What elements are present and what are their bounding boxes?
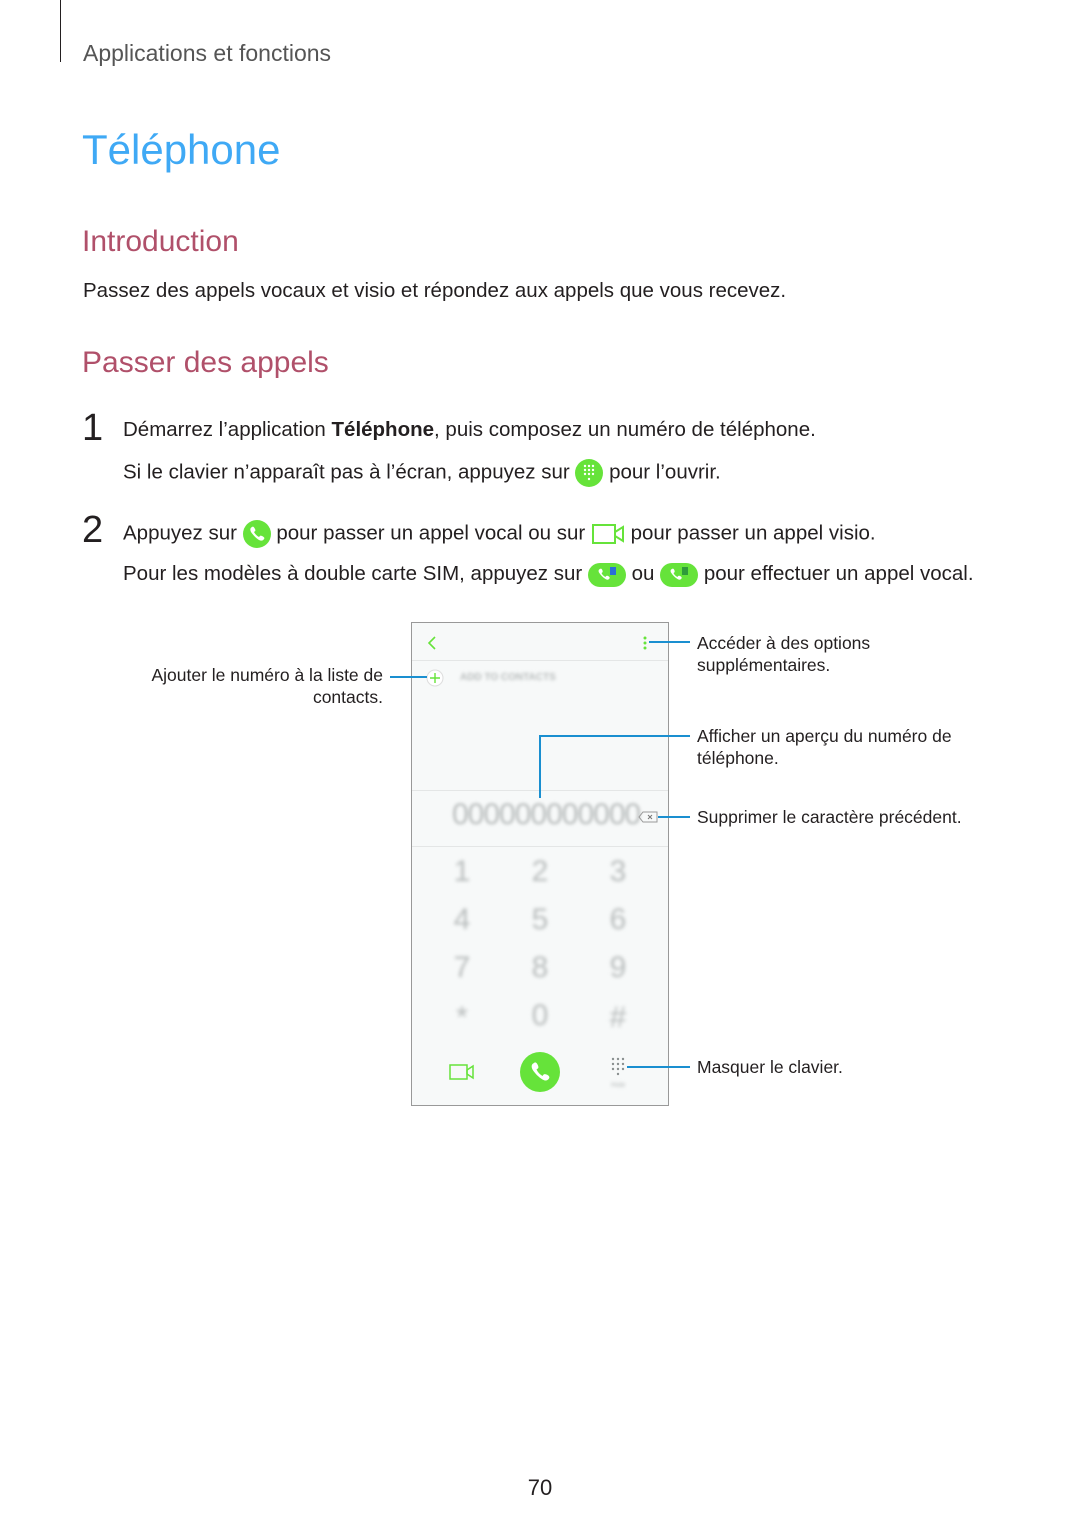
hide-label: Hide <box>611 1082 626 1089</box>
step2-line1: Appuyez sur pour passer un appel vocal o… <box>123 520 876 548</box>
more-options-icon <box>643 636 647 650</box>
sim1-call-icon <box>587 562 626 587</box>
text: Démarrez l’application <box>123 418 332 441</box>
callout-line <box>649 641 690 643</box>
callout-hide-keypad: Masquer le clavier. <box>697 1057 843 1077</box>
callout-line <box>539 735 541 798</box>
key: 6 <box>609 903 627 936</box>
calls-heading: Passer des appels <box>82 346 329 379</box>
add-to-contacts-label: ADD TO CONTACTS <box>460 672 556 683</box>
text: , puis composez un numéro de téléphone. <box>434 418 816 441</box>
key: 5 <box>531 903 549 936</box>
header-rule <box>60 0 61 62</box>
add-contact-icon <box>426 669 444 687</box>
text: Appuyez sur <box>123 521 243 545</box>
callout-preview: Afficher un aperçu du numéro de téléphon… <box>697 726 952 768</box>
text: Pour les modèles à double carte SIM, app… <box>123 562 588 585</box>
key: 9 <box>609 951 627 984</box>
callout-line <box>627 1066 690 1068</box>
key: 7 <box>453 951 471 984</box>
step2-line2: Pour les modèles à double carte SIM, app… <box>123 562 974 587</box>
key: 8 <box>531 951 549 984</box>
section-header: Applications et fonctions <box>83 40 332 66</box>
step-number: 2 <box>82 509 104 551</box>
callout-options: Accéder à des options supplémentaires. <box>697 633 871 675</box>
text: ou <box>625 562 661 585</box>
key: 4 <box>453 903 471 936</box>
text: pour passer un appel vocal ou sur <box>270 521 591 545</box>
video-call-icon <box>449 1064 474 1080</box>
app-name: Téléphone <box>331 418 435 441</box>
intro-heading: Introduction <box>82 225 239 258</box>
intro-text: Passez des appels vocaux et visio et rép… <box>83 279 787 302</box>
step-number: 1 <box>82 407 104 449</box>
key: 2 <box>531 855 549 888</box>
text: pour l’ouvrir. <box>603 460 721 484</box>
phone-call-icon <box>242 520 271 548</box>
key: 0 <box>531 999 549 1032</box>
sim2-call-icon <box>660 562 699 587</box>
video-call-icon <box>591 524 624 544</box>
callout-line <box>658 816 690 818</box>
page-number: 70 <box>527 1475 553 1500</box>
back-icon <box>427 636 436 650</box>
step1-line1: Démarrez l’application Téléphone, puis c… <box>123 418 816 442</box>
key: * <box>456 1001 468 1034</box>
text: pour effectuer un appel vocal. <box>698 562 974 585</box>
backspace-icon <box>638 811 658 823</box>
number-preview: 000000000000 <box>452 798 641 831</box>
text: pour passer un appel visio. <box>624 521 876 545</box>
hide-keypad-icon <box>611 1057 625 1076</box>
callout-delete: Supprimer le caractère précédent. <box>697 807 962 827</box>
callout-add-contact: Ajouter le numéro à la liste de contacts… <box>151 665 383 707</box>
phone-dialer-screenshot: ADD TO CONTACTS 000000000000 1 2 3 4 5 6… <box>411 622 669 1106</box>
key: 3 <box>609 855 627 888</box>
key: 1 <box>453 855 471 888</box>
manual-page: Applications et fonctions Téléphone Intr… <box>0 0 1080 1527</box>
keypad-icon <box>575 459 604 487</box>
call-button-icon <box>520 1052 560 1092</box>
callout-line <box>539 735 690 737</box>
step1-line2: Si le clavier n’apparaît pas à l’écran, … <box>123 459 721 487</box>
page-title: Téléphone <box>82 126 281 173</box>
callout-line <box>390 676 427 678</box>
key: # <box>609 1001 627 1034</box>
text: Si le clavier n’apparaît pas à l’écran, … <box>123 460 576 484</box>
